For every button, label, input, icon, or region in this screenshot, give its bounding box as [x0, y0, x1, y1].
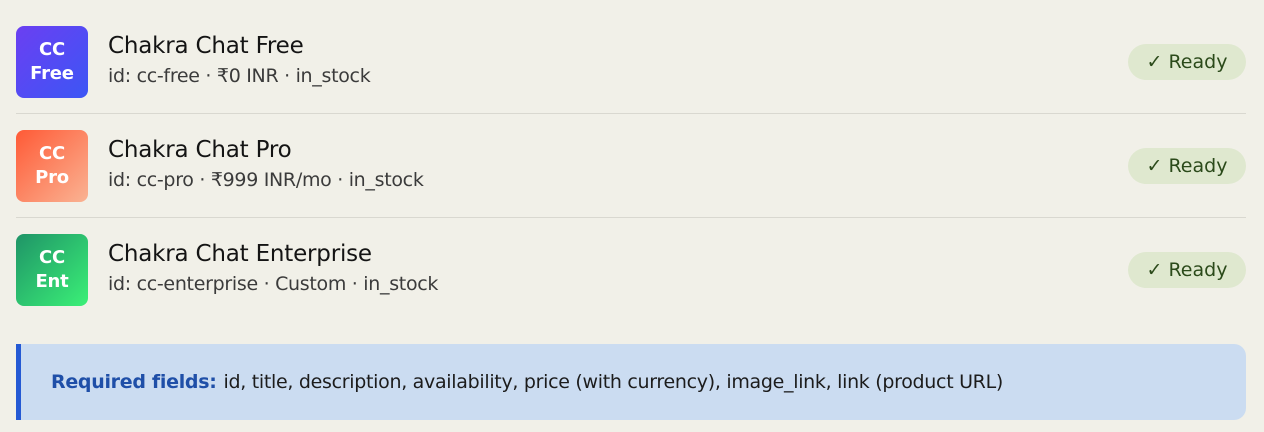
logo-text-bottom: Free [30, 63, 74, 84]
product-title: Chakra Chat Pro [108, 137, 292, 163]
product-meta: id: cc-pro · ₹999 INR/mo · in_stock [108, 169, 424, 191]
product-meta: id: cc-free · ₹0 INR · in_stock [108, 65, 371, 87]
status-label: Ready [1168, 51, 1228, 73]
check-icon: ✓ [1146, 155, 1163, 177]
required-fields-callout: Required fields: id, title, description,… [16, 344, 1246, 420]
product-logo-enterprise: CC Ent [16, 234, 88, 306]
status-badge: ✓ Ready [1128, 252, 1246, 288]
product-info: Chakra Chat Free id: cc-free · ₹0 INR · … [108, 30, 371, 90]
required-fields-label: Required fields: [51, 371, 217, 393]
product-row-free[interactable]: CC Free Chakra Chat Free id: cc-free · ₹… [16, 10, 1246, 114]
product-list: CC Free Chakra Chat Free id: cc-free · ₹… [16, 10, 1246, 322]
product-title: Chakra Chat Free [108, 33, 304, 59]
check-icon: ✓ [1146, 51, 1163, 73]
product-info: Chakra Chat Enterprise id: cc-enterprise… [108, 238, 438, 298]
product-title: Chakra Chat Enterprise [108, 241, 372, 267]
product-meta: id: cc-enterprise · Custom · in_stock [108, 273, 439, 295]
logo-text-bottom: Pro [35, 167, 69, 188]
product-row-enterprise[interactable]: CC Ent Chakra Chat Enterprise id: cc-ent… [16, 218, 1246, 322]
logo-text-bottom: Ent [35, 271, 69, 292]
product-info: Chakra Chat Pro id: cc-pro · ₹999 INR/mo… [108, 134, 424, 194]
logo-text-top: CC [38, 39, 66, 60]
status-label: Ready [1168, 259, 1228, 281]
status-badge: ✓ Ready [1128, 148, 1246, 184]
status-badge: ✓ Ready [1128, 44, 1246, 80]
product-logo-free: CC Free [16, 26, 88, 98]
check-icon: ✓ [1146, 259, 1163, 281]
product-logo-pro: CC Pro [16, 130, 88, 202]
required-fields-text: id, title, description, availability, pr… [223, 371, 1004, 393]
product-row-pro[interactable]: CC Pro Chakra Chat Pro id: cc-pro · ₹999… [16, 114, 1246, 218]
logo-text-top: CC [38, 247, 66, 268]
status-label: Ready [1168, 155, 1228, 177]
logo-text-top: CC [38, 143, 66, 164]
